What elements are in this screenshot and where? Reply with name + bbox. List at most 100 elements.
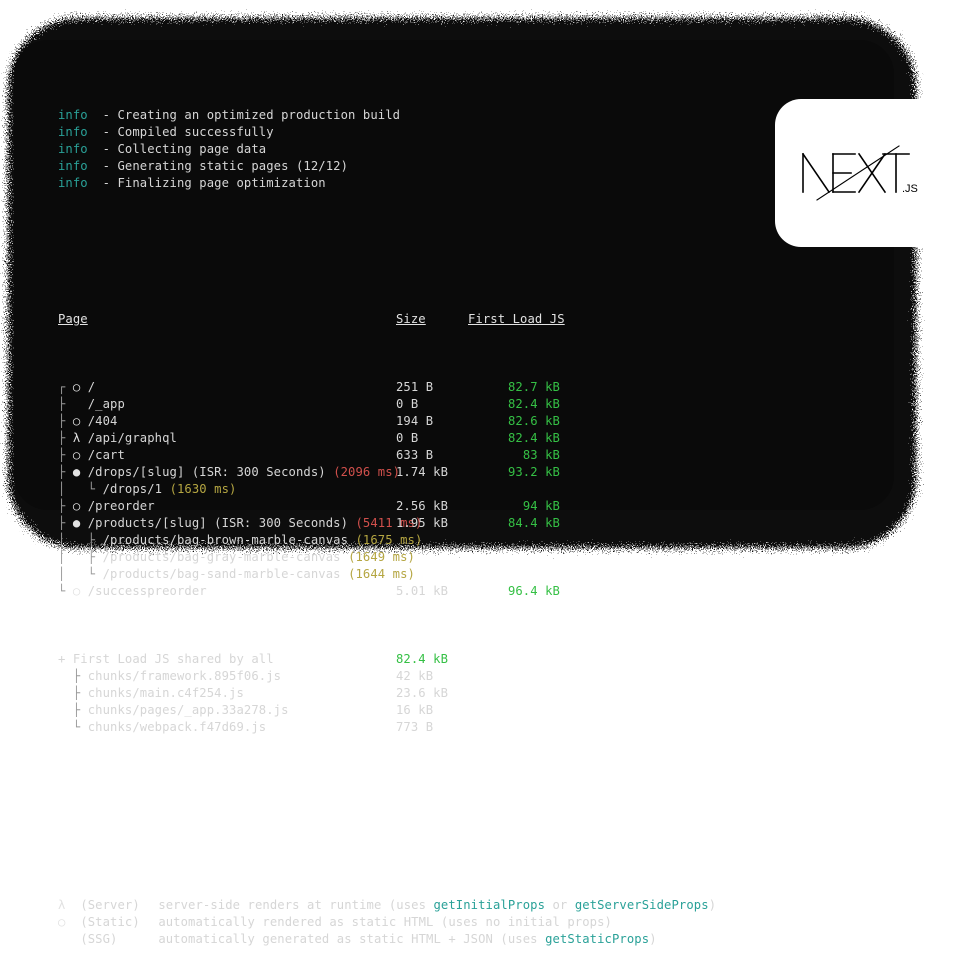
chunk-size: 23.6 kB — [396, 685, 468, 702]
route-type-marker: ○ — [73, 380, 88, 394]
info-dash: - — [88, 124, 118, 141]
tree-connector: ├ — [58, 414, 73, 428]
tree-connector: ├ — [58, 686, 88, 700]
tree-connector: │ └ — [58, 482, 103, 496]
table-row: ├ ○ /preorder2.56 kB94 kB — [58, 498, 758, 515]
table-row: ├ λ /api/graphql0 B82.4 kB — [58, 430, 758, 447]
info-dash: - — [88, 175, 118, 192]
route-first-load — [468, 481, 560, 498]
info-label: info — [58, 158, 88, 175]
chunk-name: chunks/pages/_app.33a278.js — [88, 703, 289, 717]
route-path: /products/bag-brown-marble-canvas — [103, 533, 356, 547]
legend-text-post: ) — [709, 897, 716, 914]
info-lines: info - Creating an optimized production … — [58, 107, 758, 192]
info-line: info - Creating an optimized production … — [58, 107, 758, 124]
route-type-marker: ○ — [73, 448, 88, 462]
chunk-first-load — [468, 719, 560, 736]
route-first-load: 82.4 kB — [468, 430, 560, 447]
shared-js-section: + First Load JS shared by all82.4 kB ├ c… — [58, 651, 758, 736]
legend-text: automatically generated as static HTML +… — [158, 931, 545, 948]
legend-symbol: λ — [58, 897, 80, 914]
table-row: └ ○ /successpreorder5.01 kB96.4 kB — [58, 583, 758, 600]
route-path: /cart — [88, 448, 125, 462]
tree-connector: ├ — [58, 397, 73, 411]
nextjs-logo: .JS — [799, 144, 919, 202]
table-row: ├ /_app0 B82.4 kB — [58, 396, 758, 413]
route-size: 2.56 kB — [396, 498, 468, 515]
legend-kind: (Server) — [80, 897, 158, 914]
route-type-marker: ○ — [73, 414, 88, 428]
header-first-load: First Load JS — [468, 312, 565, 326]
chunk-size: 16 kB — [396, 702, 468, 719]
info-dash: - — [88, 141, 118, 158]
legend-fn-1: getInitialProps — [434, 897, 546, 914]
tree-connector: │ └ — [58, 567, 103, 581]
tree-connector: ├ — [58, 703, 88, 717]
chunk-name: chunks/webpack.f47d69.js — [88, 720, 267, 734]
info-label: info — [58, 141, 88, 158]
table-row: ├ ○ /cart633 B83 kB — [58, 447, 758, 464]
legend-fn-1: getStaticProps — [545, 931, 649, 948]
route-path: /drops/1 — [103, 482, 170, 496]
info-label: info — [58, 175, 88, 192]
chunk-first-load — [468, 668, 560, 685]
info-label: info — [58, 107, 88, 124]
info-line: info - Generating static pages (12/12) — [58, 158, 758, 175]
tree-connector: ├ — [58, 431, 73, 445]
info-line: info - Collecting page data — [58, 141, 758, 158]
tree-connector: └ — [58, 584, 73, 598]
legend-kind: (Static) — [80, 914, 158, 931]
route-first-load: 82.6 kB — [468, 413, 560, 430]
legend: λ (Server)server-side renders at runtime… — [58, 897, 758, 948]
nextjs-logo-card: .JS — [775, 99, 960, 247]
route-first-load — [468, 566, 560, 583]
info-text: Collecting page data — [118, 141, 267, 158]
route-path: / — [88, 380, 95, 394]
build-output-console: info - Creating an optimized production … — [58, 56, 758, 965]
route-size: 633 B — [396, 447, 468, 464]
info-line: info - Finalizing page optimization — [58, 175, 758, 192]
table-row: │ └ /products/bag-sand-marble-canvas (16… — [58, 566, 758, 583]
chunk-first-load — [468, 702, 560, 719]
shared-prefix: + — [58, 652, 73, 666]
table-row: │ └ /drops/1 (1630 ms) — [58, 481, 758, 498]
legend-row: ○ (Static)automatically rendered as stat… — [58, 914, 758, 931]
table-header-row: Page Size First Load JS — [58, 311, 758, 328]
route-first-load — [468, 549, 560, 566]
route-first-load: 82.7 kB — [468, 379, 560, 396]
route-first-load: 84.4 kB — [468, 515, 560, 532]
route-size: 5.01 kB — [396, 583, 468, 600]
table-row: ├ ○ /404194 B82.6 kB — [58, 413, 758, 430]
chunk-row: ├ chunks/main.c4f254.js 23.6 kB — [58, 685, 758, 702]
route-path: /drops/[slug] (ISR: 300 Seconds) — [88, 465, 333, 479]
route-type-marker: ● — [73, 465, 88, 479]
route-path: /_app — [88, 397, 125, 411]
tree-connector: └ — [58, 720, 88, 734]
route-type-marker: ○ — [73, 584, 88, 598]
route-size: 251 B — [396, 379, 468, 396]
shared-label: First Load JS shared by all — [73, 652, 274, 666]
route-path: /404 — [88, 414, 118, 428]
route-first-load: 82.4 kB — [468, 396, 560, 413]
chunk-row: └ chunks/webpack.f47d69.js773 B — [58, 719, 758, 736]
tree-connector: ┌ — [58, 380, 73, 394]
legend-symbol — [58, 931, 80, 948]
shared-first-load — [468, 651, 560, 668]
table-row: ├ ● /products/[slug] (ISR: 300 Seconds) … — [58, 515, 758, 532]
route-path: /preorder — [88, 499, 155, 513]
chunk-name: chunks/main.c4f254.js — [88, 686, 244, 700]
route-size: 1.74 kB — [396, 464, 468, 481]
route-table: ┌ ○ /251 B82.7 kB├ /_app0 B82.4 kB├ ○ /4… — [58, 379, 758, 600]
legend-text-mid: or — [545, 897, 575, 914]
route-path: /products/bag-sand-marble-canvas — [103, 567, 348, 581]
route-type-marker: λ — [73, 431, 88, 445]
table-row: ├ ● /drops/[slug] (ISR: 300 Seconds) (20… — [58, 464, 758, 481]
route-size: 0 B — [396, 430, 468, 447]
tree-connector: ├ — [58, 516, 73, 530]
route-first-load: 83 kB — [468, 447, 560, 464]
info-text: Finalizing page optimization — [118, 175, 326, 192]
info-label: info — [58, 124, 88, 141]
route-timing: (2096 ms) — [333, 465, 400, 479]
table-row: │ ├ /products/bag-brown-marble-canvas (1… — [58, 532, 758, 549]
legend-fn-2: getServerSideProps — [575, 897, 709, 914]
